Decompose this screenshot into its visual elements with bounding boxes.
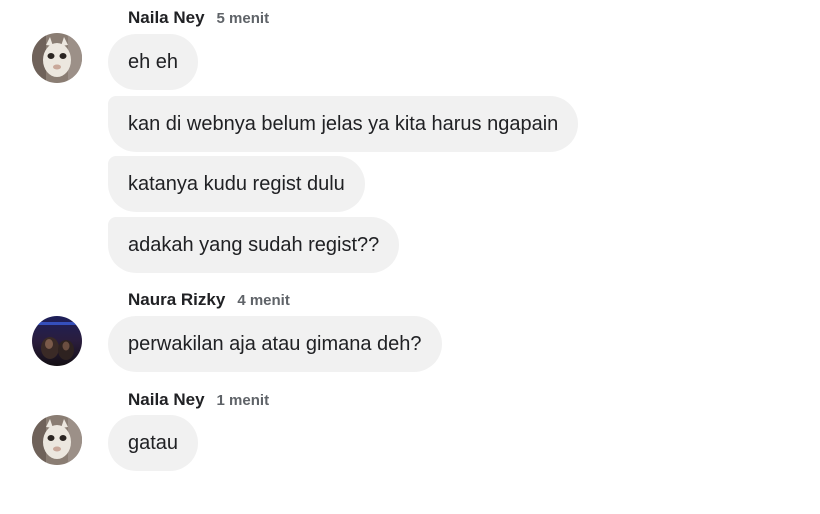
- message-bubble[interactable]: gatau: [108, 415, 199, 471]
- cat-face-avatar-icon: [32, 415, 82, 465]
- night-photo-avatar-icon: [32, 316, 82, 366]
- message-header: Naila Ney 1 menit: [128, 390, 269, 410]
- avatar[interactable]: [32, 33, 82, 83]
- message-bubble[interactable]: perwakilan aja atau gimana deh?: [108, 316, 442, 372]
- timestamp: 1 menit: [216, 392, 270, 409]
- avatar[interactable]: [32, 415, 82, 465]
- timestamp: 5 menit: [216, 10, 270, 27]
- sender-name[interactable]: Naila Ney: [128, 8, 205, 28]
- sender-name[interactable]: Naura Rizky: [128, 290, 225, 310]
- cat-face-avatar-icon: [32, 33, 82, 83]
- message-bubble[interactable]: katanya kudu regist dulu: [108, 156, 365, 212]
- sender-name[interactable]: Naila Ney: [128, 390, 205, 410]
- message-header: Naila Ney 5 menit: [128, 8, 269, 28]
- chat-thread: Naila Ney 5 menit eh eh kan di webnya be…: [0, 0, 820, 514]
- message-bubble[interactable]: adakah yang sudah regist??: [108, 217, 400, 273]
- message-bubble[interactable]: kan di webnya belum jelas ya kita harus …: [108, 96, 579, 152]
- timestamp: 4 menit: [237, 292, 290, 309]
- message-bubble[interactable]: eh eh: [108, 34, 199, 90]
- message-header: Naura Rizky 4 menit: [128, 290, 290, 310]
- avatar[interactable]: [32, 316, 82, 366]
